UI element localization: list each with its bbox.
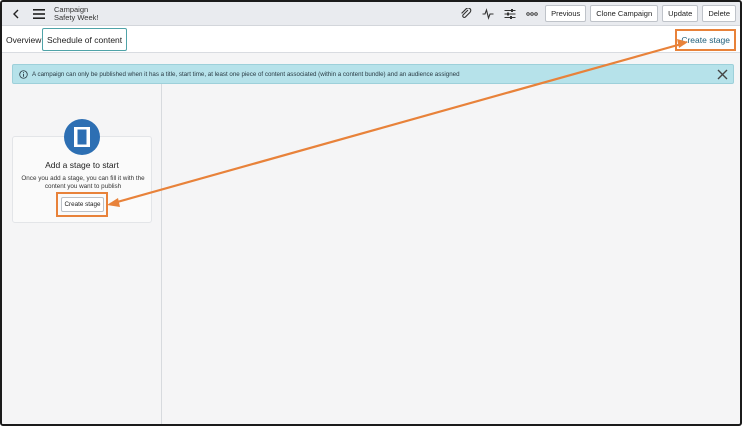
stages-column: Add a stage to start Once you add a stag… [2,84,162,424]
record-name: Safety Week! [54,12,99,22]
app-window: Campaign Safety Week! Previous Clone Cam… [0,0,742,426]
previous-button[interactable]: Previous [545,5,587,22]
banner-message: A campaign can only be published when it… [32,70,460,78]
create-stage-button[interactable]: Create stage [61,197,104,212]
info-banner: A campaign can only be published when it… [12,64,734,84]
more-options-button[interactable] [524,6,540,22]
tab-bar: Overview Schedule of content Create stag… [2,26,740,53]
tab-schedule-of-content[interactable]: Schedule of content [42,28,128,51]
empty-state-title: Add a stage to start [45,160,119,170]
close-icon [717,69,728,80]
empty-state-card: Add a stage to start Once you add a stag… [12,119,152,223]
back-button[interactable] [8,6,24,22]
activity-button[interactable] [480,6,496,22]
header-toolbar: Previous Clone Campaign Update Delete [457,5,736,22]
paperclip-icon [461,7,472,18]
record-title: Campaign Safety Week! [54,5,99,22]
clone-campaign-button[interactable]: Clone Campaign [590,5,659,22]
pulse-icon [482,7,494,20]
top-header: Campaign Safety Week! Previous Clone Cam… [2,2,740,26]
menu-button[interactable] [30,6,48,22]
sliders-icon [504,8,516,19]
info-icon [18,69,28,79]
more-dots-icon [526,11,538,16]
attachment-button[interactable] [458,6,474,22]
hamburger-menu-icon [33,8,45,19]
chevron-left-icon [13,9,19,18]
update-button[interactable]: Update [662,5,699,22]
settings-button[interactable] [502,6,518,22]
banner-close-button[interactable] [716,68,729,81]
create-stage-link[interactable]: Create stage [675,29,736,51]
stage-icon [64,119,100,155]
tab-overview[interactable]: Overview [6,28,41,51]
empty-state-description: Once you add a stage, you can fill it wi… [21,175,145,190]
delete-button[interactable]: Delete [702,5,736,22]
